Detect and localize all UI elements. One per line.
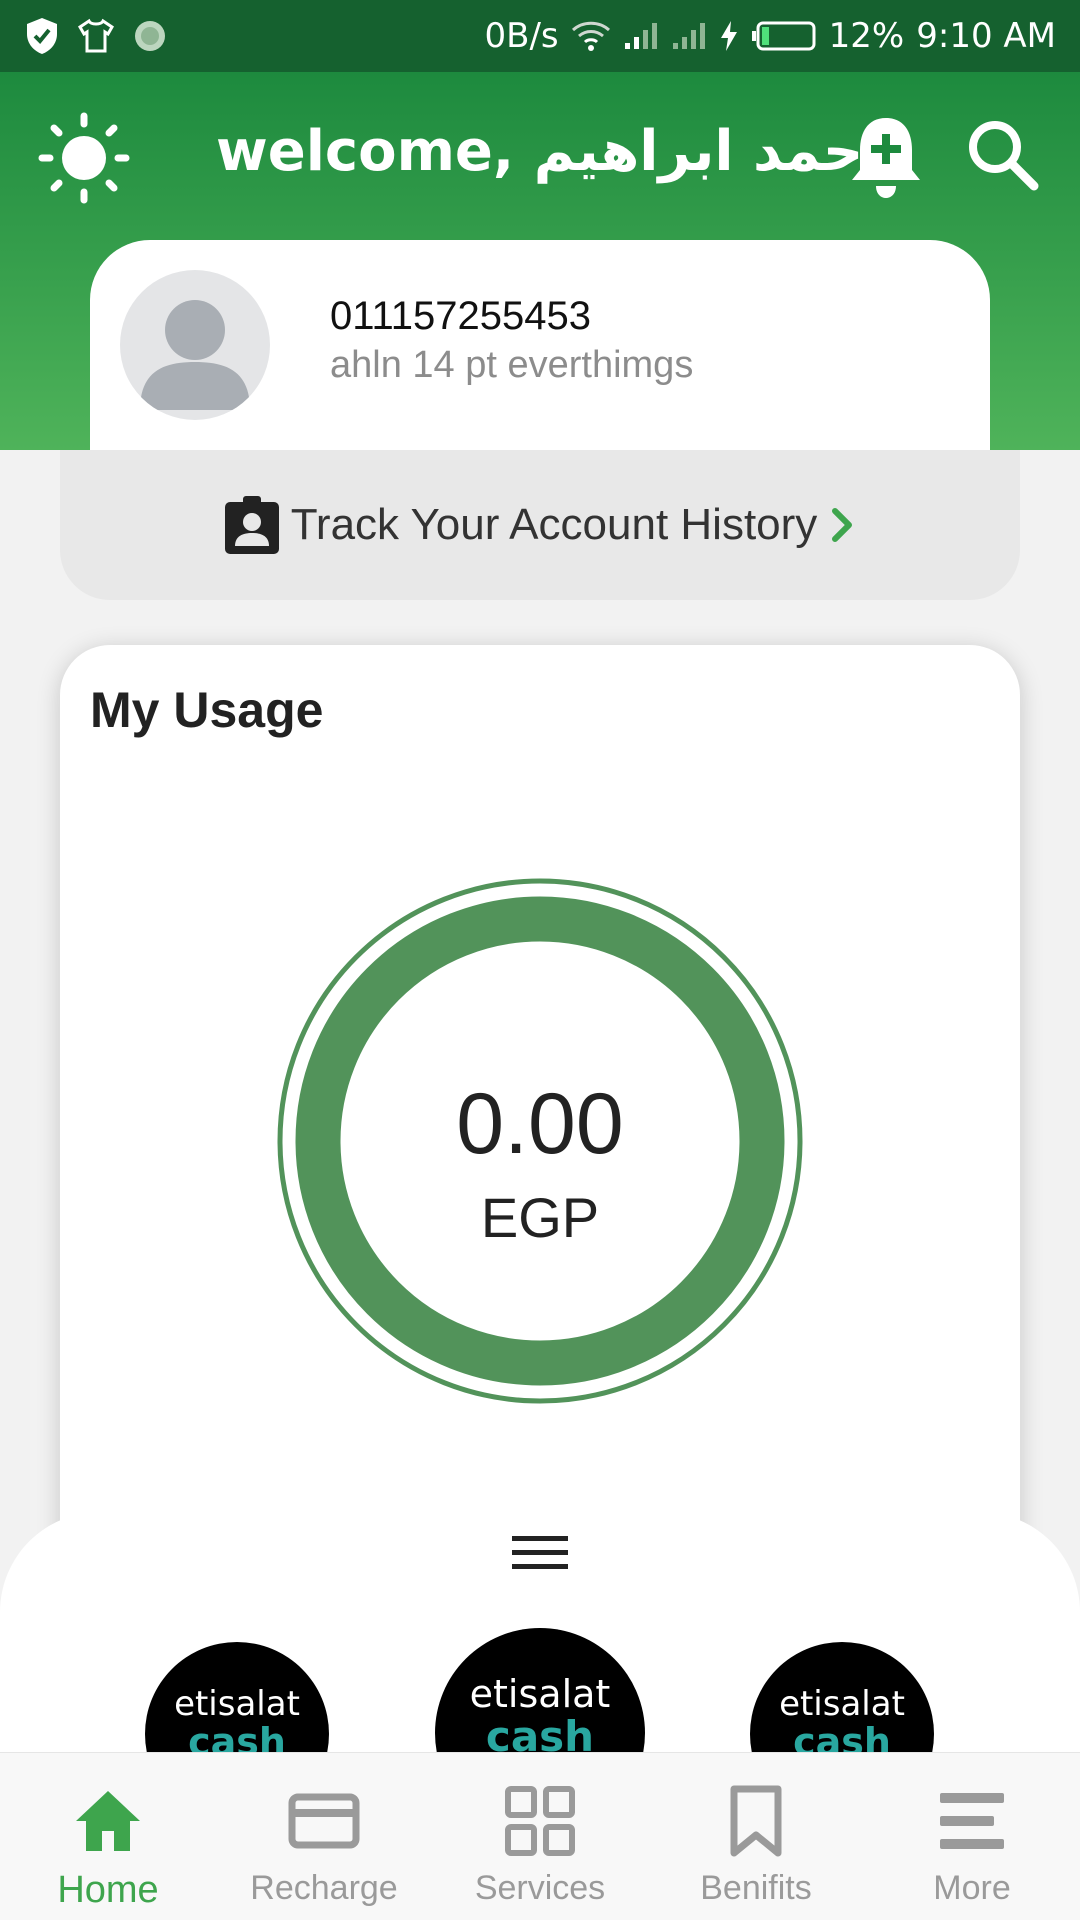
etisalat-cash-logo-featured[interactable]: etisalat cash bbox=[435, 1628, 645, 1752]
nav-home[interactable]: Home bbox=[0, 1753, 216, 1920]
hamburger-icon bbox=[512, 1536, 568, 1569]
user-placeholder-icon bbox=[140, 300, 250, 410]
menu-lines-icon bbox=[940, 1793, 1004, 1849]
nav-home-label: Home bbox=[57, 1869, 159, 1911]
signal-icon bbox=[624, 23, 657, 49]
usage-amount: 0.00 bbox=[456, 1076, 624, 1172]
bottom-sheet: etisalat cash etisalat cash etisalat cas… bbox=[0, 1512, 1080, 1752]
usage-title: My Usage bbox=[90, 682, 324, 738]
shield-icon bbox=[27, 18, 57, 54]
search-button[interactable] bbox=[964, 116, 1040, 192]
bottom-navigation: Home Recharge Services Benifits More bbox=[0, 1752, 1080, 1920]
welcome-title: welcome, احمد ابراهيم bbox=[216, 119, 883, 184]
signal-icon-2 bbox=[672, 23, 705, 49]
search-icon bbox=[969, 121, 1039, 191]
theme-toggle-button[interactable] bbox=[36, 110, 132, 206]
shirt-icon bbox=[78, 18, 114, 53]
phone-number: 011157255453 bbox=[330, 294, 592, 338]
track-history-button[interactable]: Track Your Account History bbox=[60, 450, 1020, 600]
nav-services-label: Services bbox=[474, 1869, 606, 1907]
bookmark-icon bbox=[730, 1785, 782, 1857]
sheet-menu-handle[interactable] bbox=[510, 1528, 570, 1578]
chevron-right-icon bbox=[832, 508, 853, 542]
wifi-icon bbox=[571, 21, 610, 51]
bell-plus-icon bbox=[852, 118, 920, 198]
etisalat-cash-logo[interactable]: etisalat cash bbox=[145, 1642, 329, 1752]
nav-benefits-label: Benifits bbox=[700, 1869, 812, 1907]
etisalat-cash-logo[interactable]: etisalat cash bbox=[750, 1642, 934, 1752]
usage-card: My Usage 0.00 EGP bbox=[60, 645, 1020, 1645]
charging-icon bbox=[720, 21, 737, 51]
grid-icon bbox=[505, 1786, 575, 1856]
home-icon bbox=[76, 1791, 140, 1851]
loading-icon bbox=[135, 21, 165, 51]
nav-benefits[interactable]: Benifits bbox=[648, 1753, 864, 1920]
nav-recharge-label: Recharge bbox=[250, 1869, 398, 1907]
track-history-label: Track Your Account History bbox=[290, 500, 818, 549]
nav-more-label: More bbox=[933, 1869, 1011, 1907]
battery-icon bbox=[751, 21, 816, 51]
nav-recharge[interactable]: Recharge bbox=[216, 1753, 432, 1920]
profile-card[interactable]: 011157255453 ahln 14 pt everthimgs bbox=[90, 240, 990, 450]
sun-icon bbox=[38, 112, 130, 204]
avatar bbox=[120, 270, 270, 420]
battery-percent: 12% bbox=[828, 16, 905, 56]
nav-more[interactable]: More bbox=[864, 1753, 1080, 1920]
status-bar: 0B/s 12% 9:10 AM bbox=[0, 0, 1080, 72]
net-speed: 0B/s bbox=[484, 16, 559, 56]
nav-services[interactable]: Services bbox=[432, 1753, 648, 1920]
notifications-button[interactable] bbox=[846, 112, 926, 202]
clock: 9:10 AM bbox=[916, 16, 1056, 56]
credit-card-icon bbox=[288, 1793, 360, 1849]
usage-currency: EGP bbox=[480, 1186, 600, 1249]
plan-name: ahln 14 pt everthimgs bbox=[330, 344, 694, 386]
account-badge-icon bbox=[224, 496, 279, 554]
